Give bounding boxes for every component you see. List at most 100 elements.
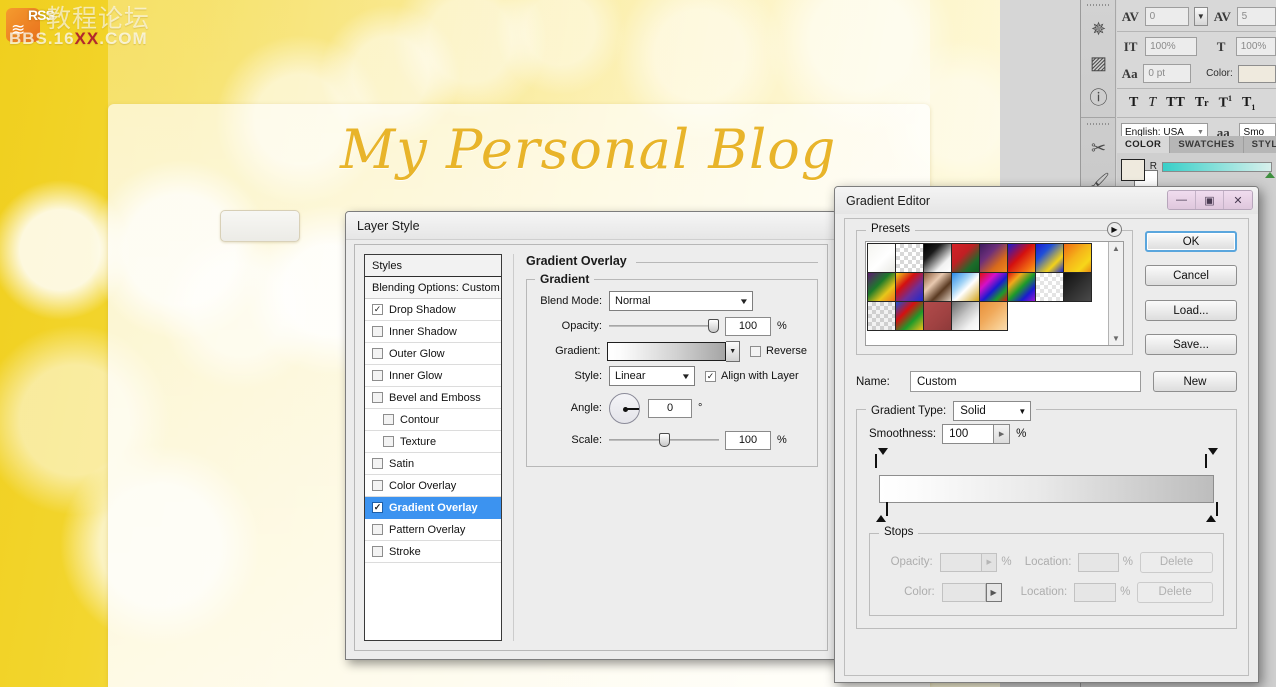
gradient-bar-editor[interactable]	[869, 448, 1224, 523]
style-item-inner-glow[interactable]: Inner Glow	[365, 365, 501, 387]
checkbox-color-overlay[interactable]	[372, 480, 383, 491]
style-item-outer-glow[interactable]: Outer Glow	[365, 343, 501, 365]
blending-options-item[interactable]: Blending Options: Custom	[365, 277, 501, 299]
gradient-ramp[interactable]	[879, 475, 1214, 503]
checkbox-align-with-layer[interactable]: ✓	[705, 370, 716, 382]
presets-grid[interactable]	[866, 242, 1108, 345]
gradient-type-select[interactable]: Solid ▼	[953, 401, 1032, 421]
smoothness-stepper[interactable]: 100 ▶	[942, 424, 1011, 444]
gradient-preset-swatch[interactable]	[895, 272, 924, 302]
gradient-preset-swatch[interactable]	[867, 243, 896, 273]
histogram-icon[interactable]: ▨	[1081, 46, 1116, 80]
tracking-input[interactable]: 0	[1144, 7, 1189, 26]
opacity-location-input[interactable]	[1078, 552, 1119, 572]
dock-icon-rail[interactable]: ✵ ▨ ⓘ ✂ 🖌	[1081, 0, 1116, 200]
small-caps-button[interactable]: Tr	[1195, 95, 1209, 111]
stop-opacity-stepper-arrow-icon[interactable]: ▶	[982, 552, 998, 572]
gradient-preset-swatch[interactable]	[1063, 243, 1092, 273]
style-select[interactable]: Linear ▼	[609, 366, 695, 386]
maximize-icon[interactable]: ▣	[1196, 191, 1224, 209]
tracking-dropdown-arrow-icon[interactable]: ▼	[1193, 7, 1209, 26]
gradient-preset-swatch[interactable]	[979, 272, 1008, 302]
cancel-button[interactable]: Cancel	[1145, 265, 1237, 286]
superscript-button[interactable]: T1	[1219, 94, 1232, 112]
style-item-stroke[interactable]: Stroke	[365, 541, 501, 563]
gradient-picker-arrow-icon[interactable]: ▼	[726, 340, 741, 362]
gradient-preset-swatch[interactable]	[1063, 272, 1092, 302]
gradient-preset-swatch[interactable]	[951, 301, 980, 331]
checkbox-drop-shadow[interactable]: ✓	[372, 304, 383, 315]
opacity-slider-knob[interactable]	[708, 319, 719, 333]
compass-icon[interactable]: ✵	[1081, 12, 1116, 46]
gradient-preset-swatch[interactable]	[923, 272, 952, 302]
stop-color-swatch[interactable]	[941, 582, 986, 602]
faux-italic-button[interactable]: T	[1148, 95, 1156, 111]
gradient-preset-swatch[interactable]	[979, 301, 1008, 331]
close-icon[interactable]: ✕	[1224, 191, 1252, 209]
fg-bg-color-swatches[interactable]	[1121, 159, 1158, 192]
text-color-swatch[interactable]	[1237, 64, 1276, 83]
rail-grip-bottom[interactable]	[1087, 121, 1109, 128]
new-button[interactable]: New	[1153, 371, 1237, 392]
smoothness-input[interactable]: 100	[942, 424, 995, 444]
style-item-pattern-overlay[interactable]: Pattern Overlay	[365, 519, 501, 541]
reverse-checkbox-row[interactable]: Reverse	[750, 345, 807, 357]
gradient-preset-swatch[interactable]	[895, 301, 924, 331]
opacity-stop-left[interactable]	[875, 448, 888, 474]
save-button[interactable]: Save...	[1145, 334, 1237, 355]
gradient-preset-swatch[interactable]	[979, 243, 1008, 273]
opacity-slider[interactable]	[609, 319, 719, 333]
presets-listbox[interactable]: ▲ ▼	[865, 241, 1124, 346]
load-button[interactable]: Load...	[1145, 300, 1237, 321]
red-channel-slider[interactable]	[1162, 161, 1275, 178]
scroll-up-icon[interactable]: ▲	[1112, 244, 1120, 253]
opacity-input[interactable]: 100	[725, 316, 771, 336]
preset-menu-arrow-icon[interactable]: ▶	[1107, 222, 1122, 237]
gradient-preset-swatch[interactable]	[895, 243, 924, 273]
faux-bold-button[interactable]: T	[1129, 95, 1138, 111]
checkbox-bevel-and-emboss[interactable]	[372, 392, 383, 403]
style-item-contour[interactable]: Contour	[365, 409, 501, 431]
scale-input[interactable]: 100	[725, 430, 771, 450]
checkbox-reverse[interactable]	[750, 345, 762, 357]
checkbox-texture[interactable]	[383, 436, 394, 447]
gradient-preset-swatch[interactable]	[923, 301, 952, 331]
checkbox-satin[interactable]	[372, 458, 383, 469]
tab-color[interactable]: COLOR	[1117, 136, 1171, 153]
style-item-drop-shadow[interactable]: ✓ Drop Shadow	[365, 299, 501, 321]
minimize-icon[interactable]: —	[1168, 191, 1196, 209]
gradient-preset-swatch[interactable]	[951, 272, 980, 302]
tools-icon[interactable]: ✂	[1081, 131, 1116, 165]
delete-color-stop-button[interactable]: Delete	[1137, 581, 1213, 603]
scale-slider-knob[interactable]	[659, 433, 670, 447]
blend-mode-select[interactable]: Normal ▼	[609, 291, 753, 311]
scroll-down-icon[interactable]: ▼	[1112, 334, 1120, 343]
baseline-shift-input[interactable]: 0 pt	[1143, 64, 1192, 83]
delete-opacity-stop-button[interactable]: Delete	[1140, 551, 1213, 573]
color-stop-left[interactable]	[875, 502, 888, 522]
tab-swatches[interactable]: SWATCHES	[1170, 136, 1244, 153]
checkbox-gradient-overlay[interactable]: ✓	[372, 502, 383, 513]
horizontal-scale-input[interactable]: 100%	[1235, 37, 1276, 56]
checkbox-pattern-overlay[interactable]	[372, 524, 383, 535]
color-stop-right[interactable]	[1205, 502, 1218, 522]
angle-input[interactable]: 0	[648, 398, 692, 418]
rail-grip-top[interactable]	[1087, 2, 1109, 9]
info-icon[interactable]: ⓘ	[1081, 80, 1116, 114]
checkbox-inner-glow[interactable]	[372, 370, 383, 381]
ok-button[interactable]: OK	[1145, 231, 1237, 252]
gradient-preset-swatch[interactable]	[1007, 243, 1036, 273]
color-location-input[interactable]	[1074, 582, 1117, 602]
gradient-preset-swatch[interactable]	[867, 301, 896, 331]
presets-scrollbar[interactable]: ▲ ▼	[1108, 242, 1123, 345]
all-caps-button[interactable]: TT	[1166, 95, 1185, 111]
gradient-name-input[interactable]: Custom	[910, 371, 1141, 392]
style-item-inner-shadow[interactable]: Inner Shadow	[365, 321, 501, 343]
tab-styles[interactable]: STYLES	[1243, 136, 1276, 153]
stop-opacity-input[interactable]	[939, 552, 983, 572]
gradient-preset-swatch[interactable]	[867, 272, 896, 302]
checkbox-stroke[interactable]	[372, 546, 383, 557]
scale-slider[interactable]	[609, 433, 719, 447]
gradient-preset-swatch[interactable]	[1035, 272, 1064, 302]
align-with-layer-row[interactable]: ✓ Align with Layer	[705, 370, 799, 382]
